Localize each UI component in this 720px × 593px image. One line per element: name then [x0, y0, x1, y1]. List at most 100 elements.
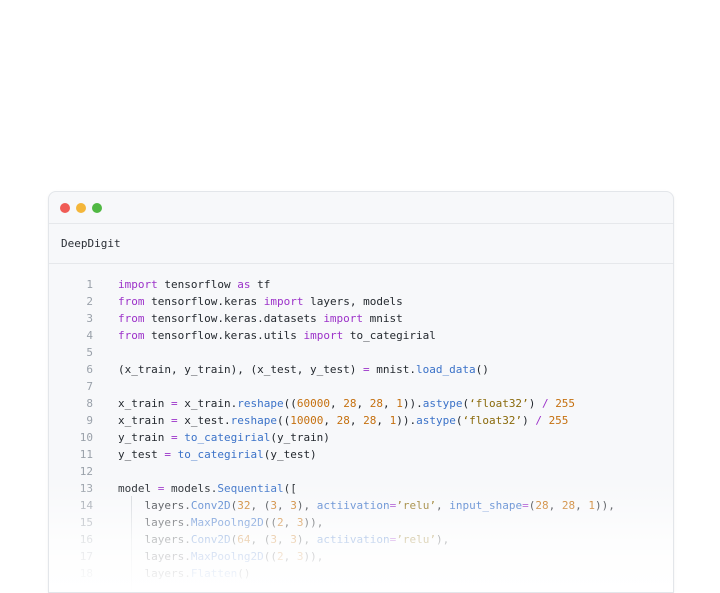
- code-text: layers.Flatten(): [118, 565, 250, 582]
- code-token: astype: [416, 414, 456, 427]
- code-token: layers.: [118, 499, 191, 512]
- code-token: ’relu’: [396, 499, 436, 512]
- code-token: x_train: [118, 397, 171, 410]
- code-token: ): [528, 397, 542, 410]
- code-line[interactable]: 14 layers.Conv2D(32, (3, 3), actiivation…: [49, 497, 673, 514]
- code-token: models.: [164, 482, 218, 495]
- code-token: x_train: [118, 414, 171, 427]
- code-token: (y_test): [263, 448, 317, 461]
- line-number: 5: [86, 346, 93, 359]
- code-token: ,: [329, 397, 344, 410]
- code-token: ,: [548, 499, 562, 512]
- code-token: =: [170, 414, 178, 427]
- line-number: 11: [79, 448, 93, 461]
- minimize-window-dot-icon[interactable]: [76, 202, 86, 213]
- code-text: from tensorflow.keras import layers, mod…: [118, 293, 403, 310]
- code-token: (): [475, 363, 489, 376]
- line-number: 4: [86, 329, 93, 342]
- code-token: /: [541, 397, 549, 410]
- code-token: )).: [396, 414, 417, 427]
- code-line[interactable]: 13 model = models.Sequential([: [49, 480, 673, 497]
- code-token: =: [522, 499, 529, 512]
- line-number: 8: [86, 397, 93, 410]
- line-number: 16: [79, 533, 93, 546]
- code-token: 32: [237, 499, 251, 512]
- code-line[interactable]: 5: [49, 344, 673, 361]
- code-text: (x_train, y_train), (x_test, y_test) = m…: [118, 361, 489, 378]
- code-line[interactable]: 7: [49, 378, 673, 395]
- line-number: 1: [86, 278, 93, 291]
- code-token: 1: [396, 397, 403, 410]
- code-text: x_train = x_train.reshape((60000, 28, 28…: [118, 395, 575, 412]
- code-token: reshape: [237, 397, 284, 410]
- code-line[interactable]: 8 x_train = x_train.reshape((60000, 28, 2…: [49, 395, 673, 412]
- code-token: ((: [263, 550, 277, 563]
- line-number: 18: [79, 567, 93, 580]
- line-number: 3: [86, 312, 93, 325]
- code-editor[interactable]: 1 import tensorflow as tf 2 from tensorflow…: [49, 264, 673, 582]
- code-token: ,: [323, 414, 337, 427]
- code-token: 28: [363, 414, 377, 427]
- code-line[interactable]: 12: [49, 463, 673, 480]
- code-token: to_categirial: [343, 329, 436, 342]
- line-number: 17: [79, 550, 93, 563]
- code-line[interactable]: 2 from tensorflow.keras import layers, mo…: [49, 293, 673, 310]
- code-window: DeepDigit 1 import tensorflow as tf 2 from …: [48, 191, 674, 593]
- code-token: Conv2D: [190, 499, 231, 512]
- code-line[interactable]: 10 y_train = to_categirial(y_train): [49, 429, 673, 446]
- code-token: =: [363, 363, 370, 376]
- close-window-dot-icon[interactable]: [60, 202, 70, 213]
- code-token: as: [237, 278, 251, 291]
- code-token: layers.: [118, 550, 191, 563]
- code-token: ,: [382, 397, 397, 410]
- code-token: 1: [588, 499, 595, 512]
- code-token: layers.: [118, 533, 191, 546]
- code-token: import: [303, 329, 344, 342]
- code-token: model: [118, 482, 158, 495]
- code-token: ,: [276, 533, 291, 546]
- code-token: Conv2D: [190, 533, 231, 546]
- code-token: ),: [296, 533, 317, 546]
- code-token: import: [118, 278, 158, 291]
- code-line[interactable]: 18 layers.Flatten(): [49, 565, 673, 582]
- code-text: layers.Conv2D(64, (3, 3), actiivation=’r…: [118, 531, 449, 548]
- code-line[interactable]: 6 (x_train, y_train), (x_test, y_test) = …: [49, 361, 673, 378]
- code-token: 3: [290, 499, 297, 512]
- code-token: x_train.: [177, 397, 238, 410]
- code-line[interactable]: 11 y_test = to_categirial(y_test): [49, 446, 673, 463]
- code-token: input_shape: [449, 499, 523, 512]
- code-token: 28: [561, 499, 576, 512]
- code-text: layers.MaxPoolng2D((2, 3)),: [118, 548, 323, 565]
- code-token: 64: [237, 533, 251, 546]
- code-line[interactable]: 3 from tensorflow.keras.datasets import m…: [49, 310, 673, 327]
- file-tab[interactable]: DeepDigit: [49, 224, 673, 264]
- code-token: ((: [283, 397, 297, 410]
- code-line[interactable]: 17 layers.MaxPoolng2D((2, 3)),: [49, 548, 673, 565]
- code-token: 28: [369, 397, 383, 410]
- code-token: ,: [283, 550, 297, 563]
- code-token: ([: [283, 482, 297, 495]
- line-number: 15: [79, 516, 93, 529]
- code-line[interactable]: 4 from tensorflow.keras.utils import to_c…: [49, 327, 673, 344]
- code-token: )),: [303, 550, 324, 563]
- maximize-window-dot-icon[interactable]: [92, 202, 102, 213]
- code-line[interactable]: 15 layers.MaxPoolng2D((2, 3)),: [49, 514, 673, 531]
- code-token: MaxPoolng2D: [190, 516, 264, 529]
- code-line[interactable]: 16 layers.Conv2D(64, (3, 3), actiivation…: [49, 531, 673, 548]
- code-token: ((: [276, 414, 291, 427]
- code-token: tensorflow.keras: [144, 295, 264, 308]
- code-token: to_categirial: [177, 448, 264, 461]
- code-token: Flatten: [190, 567, 238, 580]
- code-token: ,: [276, 499, 291, 512]
- code-token: 10000: [290, 414, 324, 427]
- code-line[interactable]: 1 import tensorflow as tf: [49, 276, 673, 293]
- line-number: 7: [86, 380, 93, 393]
- code-token: layers.: [118, 567, 191, 580]
- code-line[interactable]: 9 x_train = x_test.reshape((10000, 28, 28…: [49, 412, 673, 429]
- code-text: model = models.Sequential([: [118, 480, 297, 497]
- code-token: )),: [594, 499, 615, 512]
- code-token: from: [118, 329, 145, 342]
- code-token: 3: [270, 533, 277, 546]
- code-token: from: [118, 295, 145, 308]
